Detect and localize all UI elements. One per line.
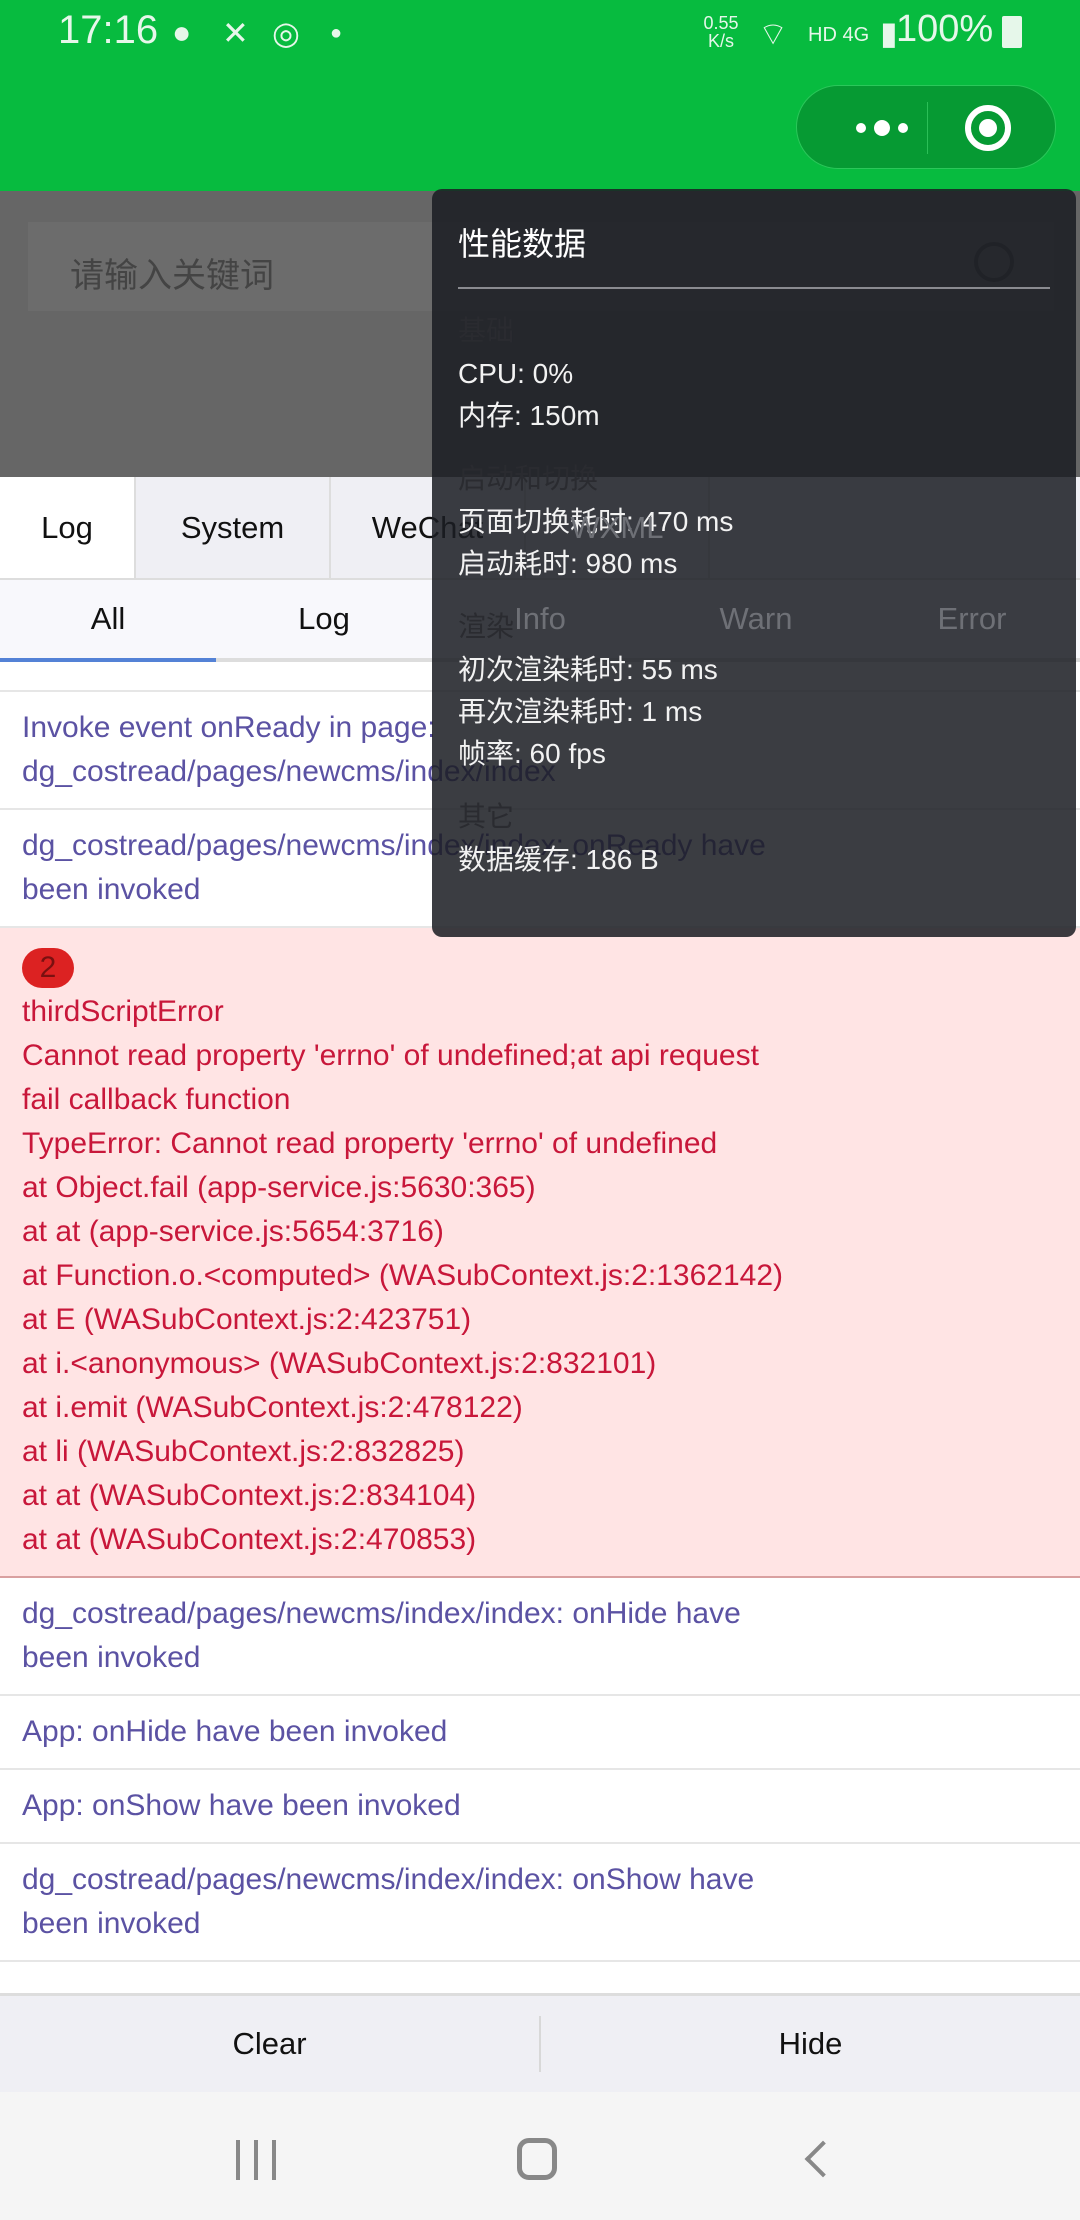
filter-error-label: Error [937, 601, 1007, 636]
filter-all[interactable]: All [0, 580, 216, 662]
error-count-badge: 2 [22, 948, 74, 988]
log-line: been invoked [22, 1907, 201, 1940]
wifi-icon: ⌔ [758, 16, 789, 52]
capsule-menu [796, 85, 1056, 169]
search-placeholder: 请输入关键词 [70, 257, 274, 295]
network-type: HD 4G [808, 24, 870, 46]
system-nav-bar [0, 2092, 1080, 2220]
home-icon[interactable] [517, 2138, 557, 2180]
capsule-divider [927, 102, 928, 154]
performance-sections: 基础 CPU: 0% 内存: 150m 启动和切换页面切换耗时: 470 ms 启动耗时… [458, 309, 1050, 881]
log-line: been invoked [22, 1641, 201, 1674]
log-line: at i.<anonymous> (WASubContext.js:2:8321… [22, 1347, 657, 1380]
status-bar: 17:16 ● ✕ ◎ ● 0.55 K/s ⌔ HD 4G ▮ 100% [0, 0, 1080, 191]
performance-title: 性能数据 [458, 189, 1050, 289]
log-line: App: onShow have been invoked [22, 1789, 461, 1822]
hide-button[interactable]: Hide [541, 1996, 1080, 2092]
more-dots-icon[interactable] [837, 86, 927, 170]
section-header: 基础 [458, 315, 515, 346]
tab-system[interactable]: System [136, 477, 331, 578]
filter-log[interactable]: Log [216, 580, 432, 658]
net-speed: 0.55 K/s [703, 13, 739, 51]
status-time: 17:16 [58, 8, 159, 52]
list-item: App: onHide have been invoked [0, 1696, 1080, 1770]
log-line: at at (app-service.js:5654:3716) [22, 1215, 444, 1248]
error-log-item: 2 thirdScriptError Cannot read property 'e… [0, 928, 1080, 1578]
metric: 初次渲染耗时: 55 ms [458, 654, 718, 685]
log-line: at i.emit (WASubContext.js:2:478122) [22, 1391, 523, 1424]
metric: 内存: 150m [458, 400, 600, 431]
target-circle-icon[interactable] [965, 105, 1011, 151]
log-line: Cannot read property 'errno' of undefine… [22, 1039, 759, 1072]
log-line: TypeError: Cannot read property 'errno' … [22, 1127, 718, 1160]
log-line: at at (WASubContext.js:2:470853) [22, 1523, 477, 1556]
log-line: dg_costread/pages/newcms/index/index: on… [22, 1597, 741, 1630]
metric: 帧率: 60 fps [458, 738, 606, 769]
log-line: at E (WASubContext.js:2:423751) [22, 1303, 472, 1336]
list-item: App: onShow have been invoked [0, 1770, 1080, 1844]
missed-call-icon: ✕ [222, 15, 249, 51]
metric: 再次渲染耗时: 1 ms [458, 696, 703, 727]
battery-icon [1002, 16, 1022, 48]
metric: 数据缓存: 186 B [458, 844, 659, 875]
log-line: at Function.o.<computed> (WASubContext.j… [22, 1259, 784, 1292]
performance-panel: 性能数据 基础 CPU: 0% 内存: 150m 启动和切换页面切换耗时: 470 m… [432, 189, 1076, 937]
dot-icon: ● [330, 22, 343, 44]
metric: 页面切换耗时: 470 ms [458, 506, 734, 537]
bottom-bar: Clear Hide [0, 1993, 1080, 2092]
log-line: fail callback function [22, 1083, 291, 1116]
list-item: dg_costread/pages/newcms/index/index: on… [0, 1578, 1080, 1696]
app-notification-icon: ● [172, 14, 192, 50]
signal-icon: ▮ [880, 15, 898, 51]
log-line: thirdScriptError [22, 995, 224, 1028]
list-item: dg_costread/pages/newcms/index/index: on… [0, 1844, 1080, 1962]
section-header: 启动和切换 [458, 463, 599, 494]
log-line: at li (WASubContext.js:2:832825) [22, 1435, 465, 1468]
metric: 启动耗时: 980 ms [458, 548, 678, 579]
log-line: dg_costread/pages/newcms/index/index: on… [22, 1863, 755, 1896]
log-line: at at (WASubContext.js:2:834104) [22, 1479, 477, 1512]
log-line: at Object.fail (app-service.js:5630:365) [22, 1171, 536, 1204]
section-header: 其它 [458, 801, 515, 832]
metric: CPU: 0% [458, 358, 574, 389]
tab-wxml-label: WXML [570, 509, 664, 545]
clear-button[interactable]: Clear [0, 1996, 539, 2092]
filter-warn-label: Warn [719, 601, 793, 636]
sync-icon: ◎ [272, 15, 300, 51]
recent-apps-icon[interactable] [236, 2140, 276, 2180]
battery-level: 100% [896, 8, 994, 50]
tab-log[interactable]: Log [0, 477, 136, 578]
log-line: App: onHide have been invoked [22, 1715, 448, 1748]
back-icon[interactable] [804, 2140, 842, 2178]
filter-info-label: Info [514, 601, 566, 636]
